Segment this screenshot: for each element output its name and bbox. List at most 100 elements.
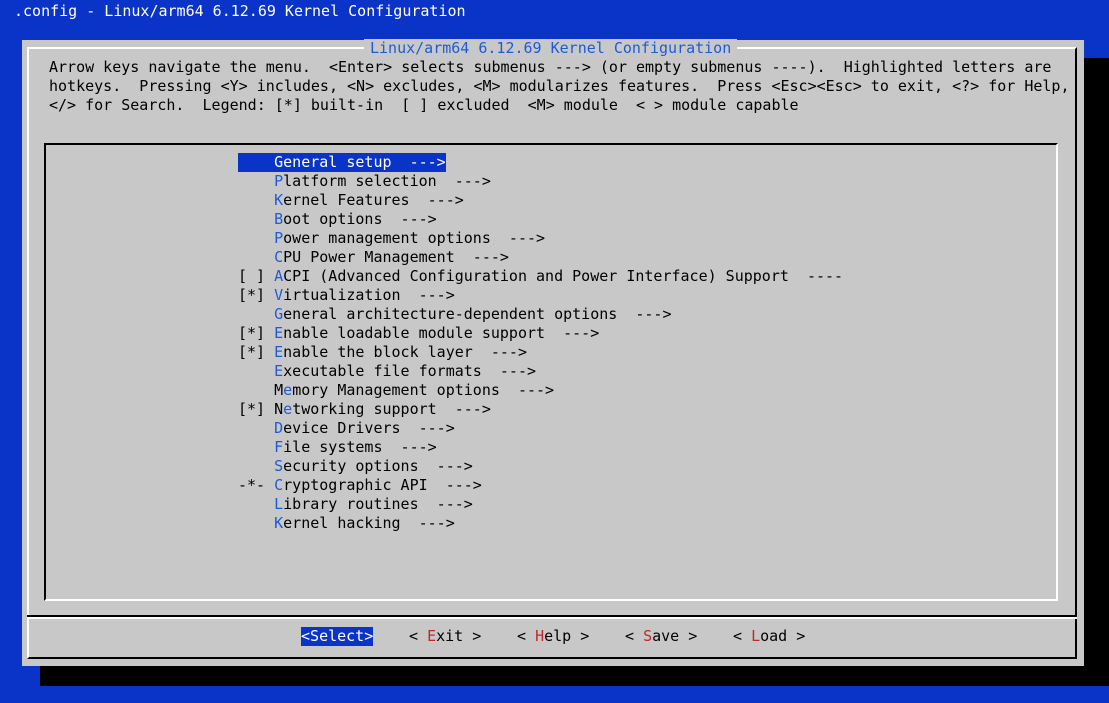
menu-item[interactable]: Executable file formats ---> bbox=[238, 362, 536, 381]
menu-item-prefix: [*] bbox=[238, 324, 275, 342]
button-hotkey: H bbox=[535, 627, 545, 645]
menu-item[interactable]: [*] Virtualization ---> bbox=[238, 286, 455, 305]
menu-item-hotkey: E bbox=[274, 343, 284, 361]
menu-item-hotkey: C bbox=[274, 476, 284, 494]
button-label: ave > bbox=[652, 627, 698, 645]
menu-item-label: oot options ---> bbox=[283, 210, 437, 228]
menu-item-label: ryptographic API ---> bbox=[283, 476, 482, 494]
menu-item-label: PU Power Management ---> bbox=[283, 248, 509, 266]
menu-item-label: CPI (Advanced Configuration and Power In… bbox=[283, 267, 844, 285]
menu-item-prefix: [ ] bbox=[238, 267, 275, 285]
dialog-title: Linux/arm64 6.12.69 Kernel Configuration bbox=[364, 39, 738, 58]
menu-item-hotkey: B bbox=[274, 210, 284, 228]
menu-item-label: xecutable file formats ---> bbox=[283, 362, 537, 380]
menu-item-hotkey: L bbox=[274, 495, 284, 513]
button-label: oad > bbox=[760, 627, 806, 645]
menu-item[interactable]: Power management options ---> bbox=[238, 229, 545, 248]
menu-item-label: evice Drivers ---> bbox=[283, 419, 455, 437]
menu-item-prefix bbox=[238, 248, 274, 266]
menu-item-hotkey: F bbox=[274, 438, 284, 456]
menu-item-hotkey: E bbox=[274, 362, 284, 380]
button-bracket: < bbox=[301, 627, 311, 645]
menu-item-hotkey: K bbox=[274, 514, 284, 532]
save-button[interactable]: < Save > bbox=[625, 627, 697, 646]
menu-item-hotkey: K bbox=[274, 191, 284, 209]
menu-item-hotkey: E bbox=[274, 324, 284, 342]
menu-item-prefix bbox=[238, 305, 274, 323]
menu-item[interactable]: Device Drivers ---> bbox=[238, 419, 455, 438]
menu-item-prefix: [*] bbox=[238, 343, 275, 361]
menu-item[interactable]: Kernel Features ---> bbox=[238, 191, 464, 210]
menu-item-prefix bbox=[238, 172, 274, 190]
button-label: elp > bbox=[544, 627, 590, 645]
menu-item[interactable]: Boot options ---> bbox=[238, 210, 437, 229]
menu-item[interactable]: File systems ---> bbox=[238, 438, 437, 457]
menu-item-label: nable loadable module support ---> bbox=[283, 324, 600, 342]
menu-item-hotkey: G bbox=[274, 153, 284, 171]
menu-list bbox=[44, 143, 1058, 601]
button-bracket: < bbox=[733, 627, 752, 645]
menu-item-label: latform selection ---> bbox=[283, 172, 491, 190]
help-text-line-1: Arrow keys navigate the menu. <Enter> se… bbox=[49, 58, 1052, 76]
menu-item-hotkey: D bbox=[274, 419, 284, 437]
menu-item-label: eneral setup ---> bbox=[283, 153, 446, 171]
menu-item-prefix bbox=[238, 153, 274, 171]
window-title: .config - Linux/arm64 6.12.69 Kernel Con… bbox=[14, 2, 466, 20]
menu-item-hotkey: e bbox=[283, 400, 293, 418]
menu-item[interactable]: Kernel hacking ---> bbox=[238, 514, 455, 533]
menu-item-prefix bbox=[238, 514, 274, 532]
help-button[interactable]: < Help > bbox=[517, 627, 589, 646]
button-bracket: < bbox=[517, 627, 536, 645]
menu-item-label: eneral architecture-dependent options --… bbox=[283, 305, 672, 323]
menu-item-label: mory Management options ---> bbox=[292, 381, 555, 399]
menu-item-hotkey: A bbox=[274, 267, 284, 285]
menu-item-prefix bbox=[238, 438, 274, 456]
help-text-line-3: </> for Search. Legend: [*] built-in [ ]… bbox=[49, 96, 799, 114]
menu-item[interactable]: Library routines ---> bbox=[238, 495, 473, 514]
button-label: xit > bbox=[436, 627, 482, 645]
menu-item[interactable]: [ ] ACPI (Advanced Configuration and Pow… bbox=[238, 267, 843, 286]
menu-item[interactable]: Memory Management options ---> bbox=[238, 381, 554, 400]
button-hotkey: L bbox=[751, 627, 761, 645]
menu-item[interactable]: General setup ---> bbox=[238, 153, 446, 172]
menu-item-hotkey: C bbox=[274, 248, 284, 266]
menu-item[interactable]: Platform selection ---> bbox=[238, 172, 491, 191]
menu-item-label: nable the block layer ---> bbox=[283, 343, 527, 361]
menu-item[interactable]: CPU Power Management ---> bbox=[238, 248, 509, 267]
help-text-line-2: hotkeys. Pressing <Y> includes, <N> excl… bbox=[49, 77, 1070, 95]
menu-item-label: ile systems ---> bbox=[283, 438, 437, 456]
menu-item-prefix bbox=[238, 419, 274, 437]
button-hotkey: S bbox=[643, 627, 653, 645]
menu-item-hotkey: V bbox=[274, 286, 284, 304]
load-button[interactable]: < Load > bbox=[733, 627, 805, 646]
select-button[interactable]: <Select> bbox=[301, 627, 374, 646]
menu-item-prefix: [*] bbox=[238, 286, 275, 304]
menu-item-hotkey: P bbox=[274, 172, 284, 190]
menu-item-prefix: [*] N bbox=[238, 400, 284, 418]
menu-item[interactable]: [*] Enable the block layer ---> bbox=[238, 343, 527, 362]
separator-highlight bbox=[27, 617, 1077, 619]
menu-item-label: irtualization ---> bbox=[283, 286, 455, 304]
menu-item-prefix bbox=[238, 457, 274, 475]
menu-item-hotkey: e bbox=[283, 381, 293, 399]
menu-item-label: ernel Features ---> bbox=[283, 191, 464, 209]
menu-item[interactable]: [*] Enable loadable module support ---> bbox=[238, 324, 599, 343]
menu-item-prefix: M bbox=[238, 381, 284, 399]
button-bracket: < bbox=[409, 627, 428, 645]
menu-item-prefix: -*- bbox=[238, 476, 275, 494]
menu-item-label: ecurity options ---> bbox=[283, 457, 473, 475]
menu-item[interactable]: General architecture-dependent options -… bbox=[238, 305, 671, 324]
menu-item-prefix bbox=[238, 495, 274, 513]
exit-button[interactable]: < Exit > bbox=[409, 627, 481, 646]
menu-item-hotkey: S bbox=[274, 457, 284, 475]
menu-item-label: ower management options ---> bbox=[283, 229, 546, 247]
menu-item-hotkey: P bbox=[274, 229, 284, 247]
menu-item-prefix bbox=[238, 210, 274, 228]
menu-item-label: tworking support ---> bbox=[292, 400, 491, 418]
button-label: elect> bbox=[319, 627, 374, 645]
button-hotkey: S bbox=[310, 627, 320, 645]
menu-item[interactable]: -*- Cryptographic API ---> bbox=[238, 476, 482, 495]
menu-item[interactable]: [*] Networking support ---> bbox=[238, 400, 491, 419]
menu-item-hotkey: G bbox=[274, 305, 284, 323]
menu-item[interactable]: Security options ---> bbox=[238, 457, 473, 476]
